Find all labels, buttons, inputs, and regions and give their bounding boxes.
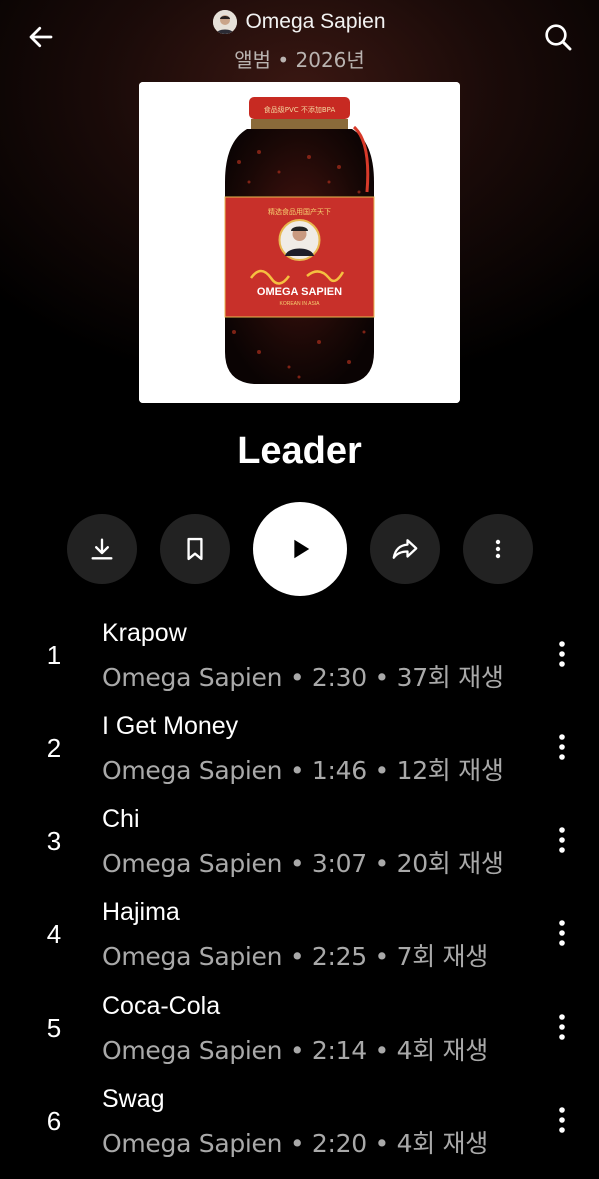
track-number: 5 [46, 1013, 62, 1043]
track-more-button[interactable] [549, 727, 575, 767]
label-top-text: 精选食品用国产天下 [268, 207, 331, 216]
album-cover: 食品级PVC 不添加BPA 精选食品用国产天下 OMEGA SAPIEN KOR… [139, 82, 460, 403]
track-row[interactable]: 5 Coca-Cola Omega Sapien • 2:14 • 4회 재생 [0, 992, 599, 1086]
track-title: Krapow [102, 619, 187, 647]
track-number: 3 [46, 826, 62, 856]
track-more-button[interactable] [549, 913, 575, 953]
track-meta: Omega Sapien • 2:20 • 4회 재생 [102, 1129, 488, 1158]
download-button[interactable] [67, 514, 137, 584]
track-number: 4 [46, 919, 62, 949]
more-options-button[interactable] [463, 514, 533, 584]
artist-name: Omega Sapien [245, 10, 386, 33]
album-subtitle: 앨범 • 2026년 [234, 48, 365, 72]
label-brand-text: OMEGA SAPIEN [257, 286, 342, 298]
more-vertical-icon [559, 920, 565, 946]
bookmark-icon [187, 537, 203, 561]
play-icon [294, 539, 310, 559]
track-title: Coca-Cola [102, 992, 221, 1020]
track-more-button[interactable] [549, 634, 575, 674]
lid-text: 食品级PVC 不添加BPA [264, 105, 336, 114]
action-bar [0, 502, 599, 596]
track-title: Hajima [102, 898, 180, 926]
track-row[interactable]: 1 Krapow Omega Sapien • 2:30 • 37회 재생 [0, 619, 599, 713]
more-vertical-icon [559, 734, 565, 760]
track-number: 6 [46, 1106, 62, 1136]
track-row[interactable]: 3 Chi Omega Sapien • 3:07 • 20회 재생 [0, 805, 599, 899]
track-row[interactable]: 6 Swag Omega Sapien • 2:20 • 4회 재생 [0, 1085, 599, 1179]
track-number: 2 [46, 733, 62, 763]
track-meta: Omega Sapien • 3:07 • 20회 재생 [102, 849, 504, 878]
more-vertical-icon [559, 641, 565, 667]
share-button[interactable] [370, 514, 440, 584]
track-meta: Omega Sapien • 2:25 • 7회 재생 [102, 942, 488, 971]
track-row[interactable]: 4 Hajima Omega Sapien • 2:25 • 7회 재생 [0, 898, 599, 992]
track-meta: Omega Sapien • 2:30 • 37회 재생 [102, 663, 504, 692]
play-button[interactable] [253, 502, 347, 596]
track-row[interactable]: 2 I Get Money Omega Sapien • 1:46 • 12회 … [0, 712, 599, 806]
track-title: I Get Money [102, 712, 239, 740]
search-icon [545, 24, 572, 51]
album-title: Leader [237, 430, 362, 472]
track-title: Swag [102, 1085, 165, 1113]
label-brand-sub: KOREAN IN ASIA [279, 301, 320, 307]
track-meta: Omega Sapien • 1:46 • 12회 재생 [102, 756, 504, 785]
download-icon [91, 538, 113, 560]
share-icon [392, 539, 418, 559]
more-vertical-icon [559, 1014, 565, 1040]
track-more-button[interactable] [549, 1007, 575, 1047]
search-button[interactable] [539, 18, 577, 56]
track-meta: Omega Sapien • 2:14 • 4회 재생 [102, 1036, 488, 1065]
artist-avatar [213, 10, 238, 34]
more-vertical-icon [559, 827, 565, 853]
track-title: Chi [102, 805, 140, 833]
more-vertical-icon [559, 1107, 565, 1133]
more-vertical-icon [495, 539, 501, 559]
track-more-button[interactable] [549, 1100, 575, 1140]
track-more-button[interactable] [549, 820, 575, 860]
save-to-library-button[interactable] [160, 514, 230, 584]
artist-link[interactable]: Omega Sapien [0, 10, 599, 34]
track-number: 1 [46, 640, 62, 670]
top-bar: Omega Sapien 앨범 • 2026년 [0, 0, 599, 80]
